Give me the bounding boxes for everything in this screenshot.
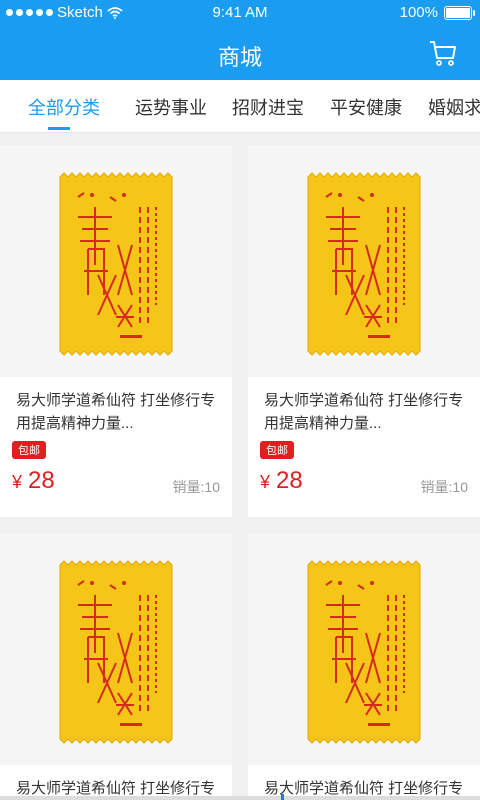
free-shipping-badge: 包邮 xyxy=(260,441,294,459)
talisman-image xyxy=(307,172,421,356)
product-price: ¥28 xyxy=(12,467,55,495)
battery-status: 100% xyxy=(399,4,475,21)
battery-icon xyxy=(444,5,475,20)
product-card[interactable]: 易大师学道希仙符 打坐修行专 xyxy=(0,533,232,797)
price-value: 28 xyxy=(276,467,303,494)
status-bar: Sketch 9:41 AM 100% xyxy=(0,0,480,26)
tab-all-categories[interactable]: 全部分类 xyxy=(28,94,100,120)
app-header: Sketch 9:41 AM 100% 商城 xyxy=(0,0,480,80)
product-card[interactable]: 易大师学道希仙符 打坐修行专用提高精神力量... 包邮 ¥28 销量:10 xyxy=(248,145,480,517)
talisman-image xyxy=(307,560,421,744)
product-card[interactable]: 易大师学道希仙符 打坐修行专用提高精神力量... 包邮 ¥28 销量:10 xyxy=(0,145,232,517)
tab-safety-health[interactable]: 平安健康 xyxy=(330,94,402,120)
cart-icon[interactable] xyxy=(428,38,458,68)
product-card[interactable]: 易大师学道希仙符 打坐修行专 xyxy=(248,533,480,797)
product-image xyxy=(248,533,480,765)
page-title: 商城 xyxy=(217,45,262,70)
active-tab-indicator xyxy=(48,127,70,130)
product-image xyxy=(0,533,232,765)
product-price: ¥28 xyxy=(260,467,303,495)
category-tabs: 全部分类 运势事业 招财进宝 平安健康 婚姻求 xyxy=(0,80,480,133)
product-image xyxy=(248,145,480,377)
sales-count: 销量:10 xyxy=(420,479,468,495)
tab-fortune-career[interactable]: 运势事业 xyxy=(135,94,207,120)
currency-symbol: ¥ xyxy=(12,472,23,492)
product-name: 易大师学道希仙符 打坐修行专用提高精神力量... xyxy=(264,392,464,432)
free-shipping-badge: 包邮 xyxy=(12,441,46,459)
bottom-divider xyxy=(0,796,480,800)
price-value: 28 xyxy=(28,467,55,494)
tab-marriage[interactable]: 婚姻求 xyxy=(428,94,480,120)
tab-wealth[interactable]: 招财进宝 xyxy=(232,94,304,120)
sales-count: 销量:10 xyxy=(172,479,220,495)
scroll-indicator xyxy=(281,794,284,800)
product-image xyxy=(0,145,232,377)
battery-percent: 100% xyxy=(399,4,438,21)
talisman-image xyxy=(59,172,173,356)
product-name: 易大师学道希仙符 打坐修行专用提高精神力量... xyxy=(16,392,216,432)
talisman-image xyxy=(59,560,173,744)
currency-symbol: ¥ xyxy=(260,472,271,492)
